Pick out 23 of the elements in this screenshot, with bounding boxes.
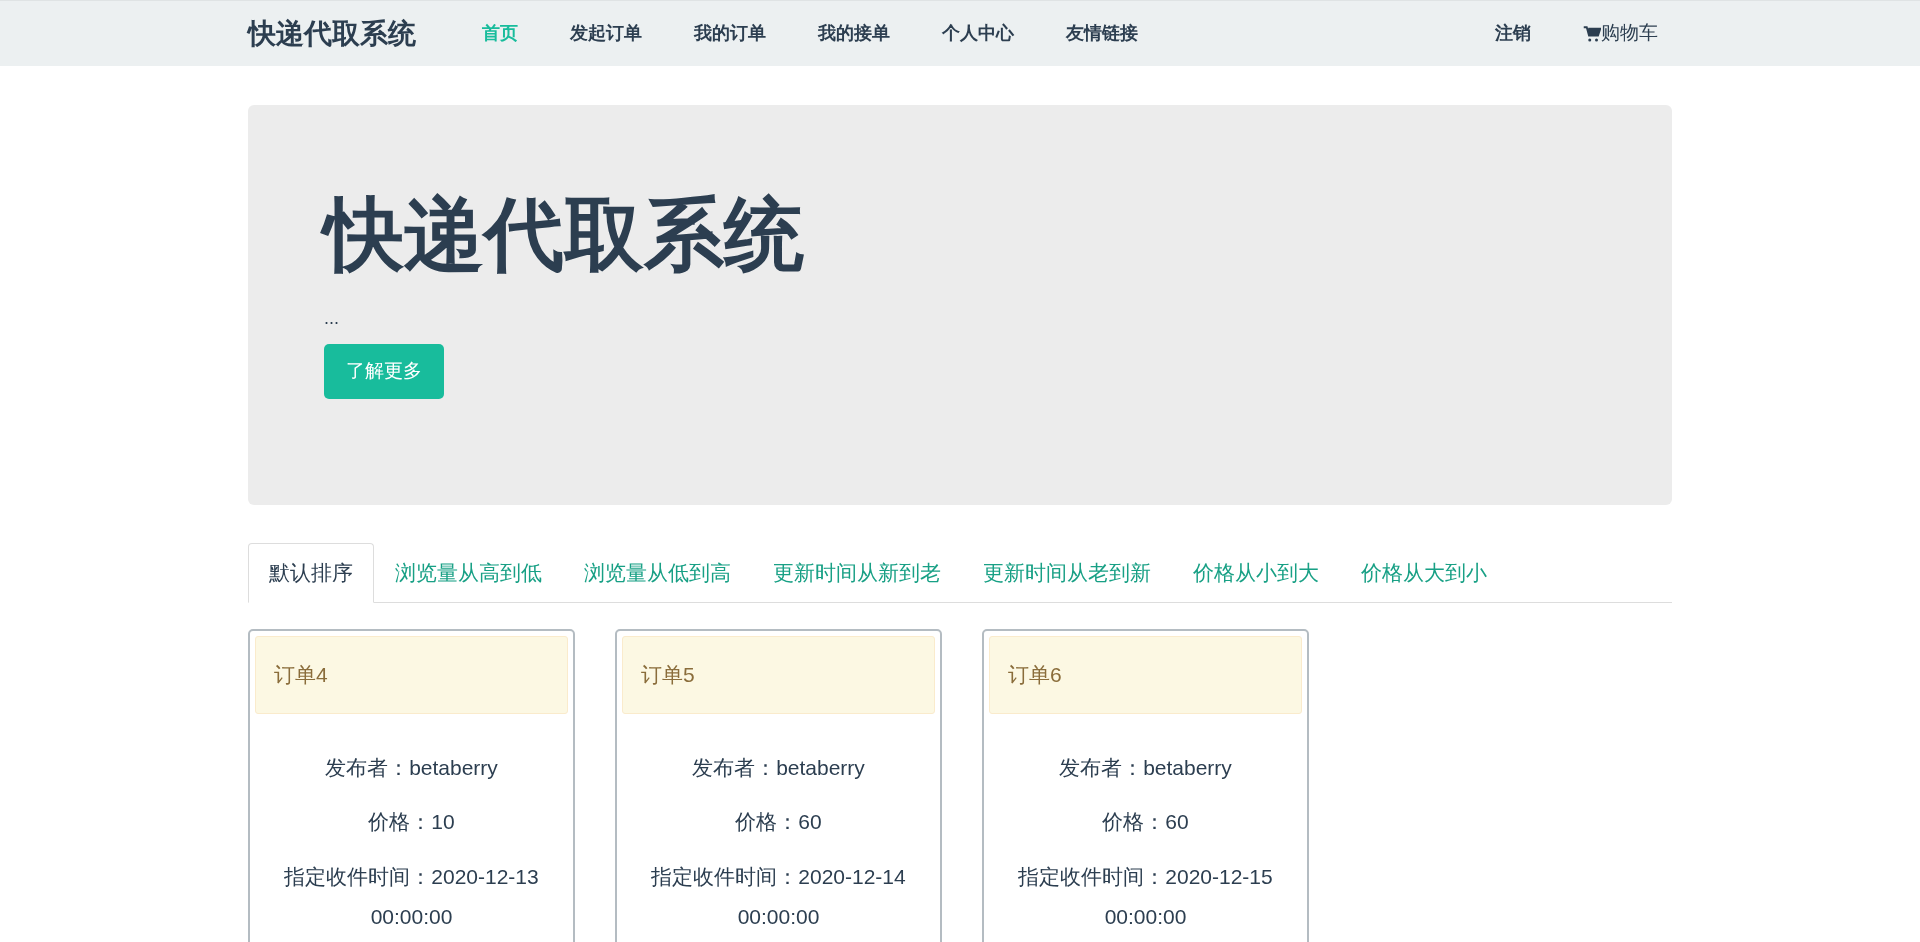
order-price: 价格：60: [1102, 808, 1189, 835]
order-pickup-time: 指定收件时间：2020-12-15 00:00:00: [1017, 864, 1274, 930]
order-title: 订单4: [274, 662, 328, 689]
logout-link[interactable]: 注销: [1469, 20, 1557, 47]
brand-link[interactable]: 快递代取系统: [248, 12, 416, 55]
order-publisher: 发布者：betaberry: [325, 755, 498, 781]
nav-link[interactable]: 个人中心: [916, 20, 1040, 47]
order-pickup-time: 指定收件时间：2020-12-13 00:00:00: [283, 864, 540, 930]
hero-text: ...: [324, 307, 340, 330]
nav-link[interactable]: 我的订单: [668, 20, 792, 47]
order-price: 价格：60: [735, 808, 822, 835]
order-price: 价格：10: [368, 808, 455, 835]
order-publisher: 发布者：betaberry: [692, 755, 865, 781]
nav-link[interactable]: 友情链接: [1040, 20, 1164, 47]
sort-tab[interactable]: 默认排序: [248, 543, 374, 603]
order-title: 订单5: [641, 662, 695, 689]
order-publisher: 发布者：betaberry: [1059, 755, 1232, 781]
order-title: 订单6: [1008, 662, 1062, 689]
nav-link[interactable]: 我的接单: [792, 20, 916, 47]
order-pickup-time: 指定收件时间：2020-12-14 00:00:00: [650, 864, 907, 930]
cart-link[interactable]: 购物车: [1557, 19, 1672, 48]
cart-icon: [1583, 24, 1601, 43]
nav-link[interactable]: 发起订单: [544, 20, 668, 47]
